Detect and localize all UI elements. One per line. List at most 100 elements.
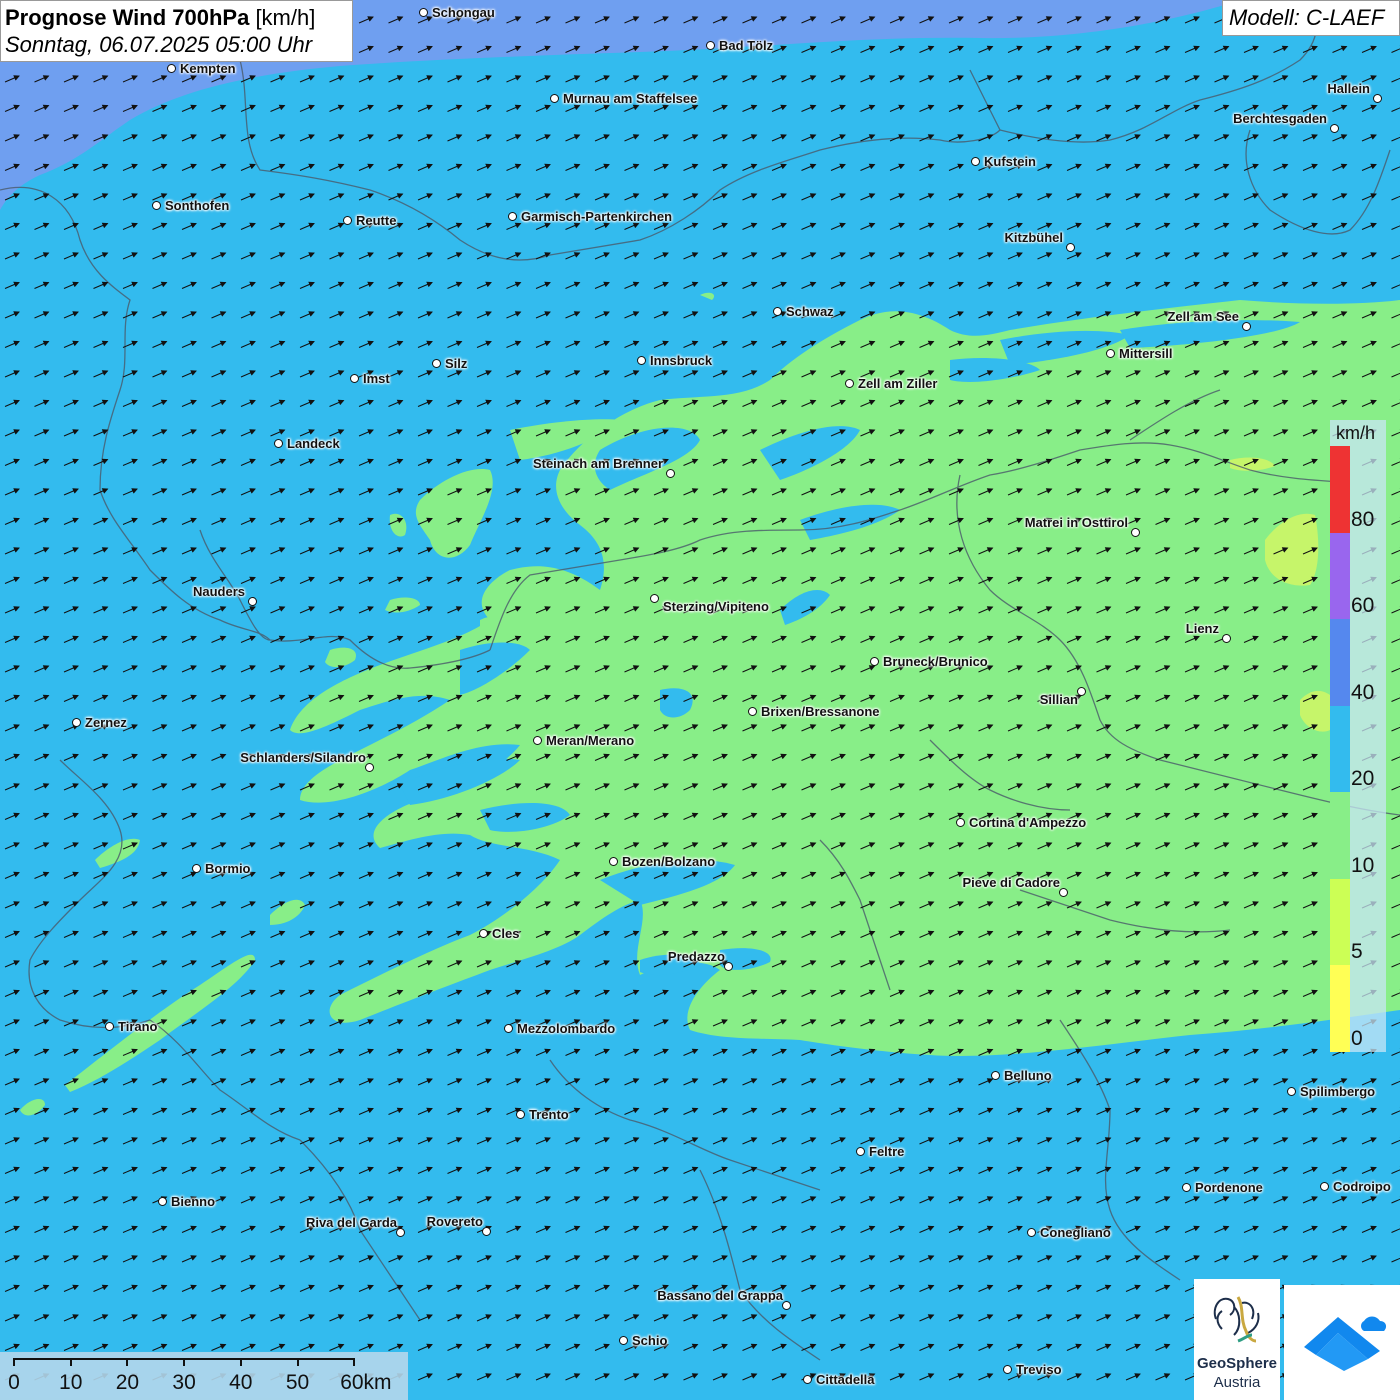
city-marker	[350, 374, 359, 383]
city-marker	[504, 1024, 513, 1033]
city-marker	[1066, 243, 1075, 252]
city-label: Bozen/Bolzano	[622, 854, 716, 869]
city-marker	[773, 307, 782, 316]
title-unit: [km/h]	[255, 5, 316, 30]
city-label: Reutte	[356, 213, 397, 228]
city-marker	[1059, 888, 1068, 897]
city-marker	[1320, 1182, 1329, 1191]
city-label: Schlanders/Silandro	[240, 750, 366, 765]
city-marker	[72, 718, 81, 727]
forecast-datetime: Sonntag, 06.07.2025 05:00 Uhr	[5, 32, 313, 57]
city-label: Lienz	[1185, 621, 1219, 636]
geosphere-logo[interactable]: GeoSphere Austria	[1194, 1279, 1280, 1400]
city-marker	[1131, 528, 1140, 537]
city-marker	[396, 1228, 405, 1237]
model-label: Modell: C-LAEF	[1222, 0, 1400, 36]
city-marker	[619, 1336, 628, 1345]
city-marker	[1182, 1183, 1191, 1192]
city-label: Mittersill	[1119, 346, 1173, 361]
legend-label: 80	[1351, 507, 1375, 531]
city-marker	[609, 857, 618, 866]
legend-label: 40	[1351, 680, 1375, 704]
city-label: Berchtesgaden	[1233, 111, 1327, 126]
city-marker	[274, 439, 283, 448]
city-marker	[158, 1197, 167, 1206]
city-label: Bassano del Grappa	[657, 1288, 783, 1303]
geosphere-name: GeoSphere	[1196, 1355, 1278, 1372]
city-marker	[803, 1375, 812, 1384]
city-label: Schio	[632, 1333, 668, 1348]
city-label: Zernez	[85, 715, 127, 730]
scale-tick	[239, 1358, 242, 1366]
city-marker	[991, 1071, 1000, 1080]
scale-label: 60km	[340, 1371, 392, 1394]
city-marker	[782, 1301, 791, 1310]
scale-tick	[183, 1358, 186, 1366]
city-marker	[856, 1147, 865, 1156]
scale-label: 30	[172, 1371, 196, 1394]
city-marker	[1077, 687, 1086, 696]
scale-tick	[353, 1358, 356, 1366]
city-marker	[432, 359, 441, 368]
city-label: Zell am See	[1167, 309, 1239, 324]
weather-app-logo[interactable]	[1284, 1285, 1400, 1400]
city-label: Cortina d'Ampezzo	[969, 815, 1087, 830]
city-marker	[748, 707, 757, 716]
city-label: Imst	[363, 371, 390, 386]
scale-label: 0	[8, 1371, 20, 1394]
legend-label: 0	[1351, 1026, 1363, 1050]
city-marker	[1027, 1228, 1036, 1237]
scale-tick	[296, 1358, 299, 1366]
city-label: Kempten	[180, 61, 236, 76]
city-label: Landeck	[287, 436, 340, 451]
city-label: Belluno	[1004, 1068, 1052, 1083]
city-marker	[1330, 124, 1339, 133]
city-label: Hallein	[1327, 81, 1370, 96]
city-label: Mezzolombardo	[517, 1021, 616, 1036]
title-parameter: Prognose Wind 700hPa	[5, 5, 250, 30]
legend-color-swatch	[1330, 705, 1350, 792]
city-label: Silz	[445, 356, 468, 371]
city-label: Spilimbergo	[1300, 1084, 1376, 1099]
city-label: Schongau	[432, 5, 495, 20]
city-label: Zell am Ziller	[858, 376, 938, 391]
city-label: Codroipo	[1333, 1179, 1391, 1194]
legend-color-swatch	[1330, 619, 1350, 706]
city-label: Cles	[492, 926, 520, 941]
city-marker	[1242, 322, 1251, 331]
city-label: Conegliano	[1040, 1225, 1111, 1240]
city-label: Pieve di Cadore	[962, 875, 1060, 890]
weather-cloud-icon	[1304, 1316, 1387, 1371]
legend-color-swatch	[1330, 792, 1350, 879]
legend-label: 10	[1351, 853, 1375, 877]
scale-tick	[13, 1358, 15, 1366]
city-marker	[1222, 634, 1231, 643]
city-label: Matrei in Osttirol	[1024, 515, 1128, 530]
map-title: Prognose Wind 700hPa [km/h]	[5, 4, 352, 31]
city-marker	[248, 597, 257, 606]
city-label: Sonthofen	[165, 198, 230, 213]
map-title-box: Prognose Wind 700hPa [km/h] Sonntag, 06.…	[0, 0, 353, 62]
city-marker	[724, 962, 733, 971]
scale-label: 10	[59, 1371, 83, 1394]
city-marker	[105, 1022, 114, 1031]
city-marker	[1373, 94, 1382, 103]
city-marker	[479, 929, 488, 938]
city-label: Treviso	[1016, 1362, 1062, 1377]
city-label: Innsbruck	[650, 353, 713, 368]
city-marker	[419, 8, 428, 17]
city-label: Meran/Merano	[546, 733, 635, 748]
city-label: Kitzbühel	[1004, 230, 1064, 245]
scale-tick	[69, 1358, 72, 1366]
city-label: Kufstein	[984, 154, 1036, 169]
city-marker	[508, 212, 517, 221]
city-marker	[365, 763, 374, 772]
city-marker	[666, 469, 675, 478]
city-marker	[1287, 1087, 1296, 1096]
city-marker	[167, 64, 176, 73]
city-label: Bad Tölz	[719, 38, 774, 53]
city-label: Bormio	[205, 861, 251, 876]
city-marker	[650, 594, 659, 603]
city-marker	[533, 736, 542, 745]
city-label: Trento	[529, 1107, 569, 1122]
